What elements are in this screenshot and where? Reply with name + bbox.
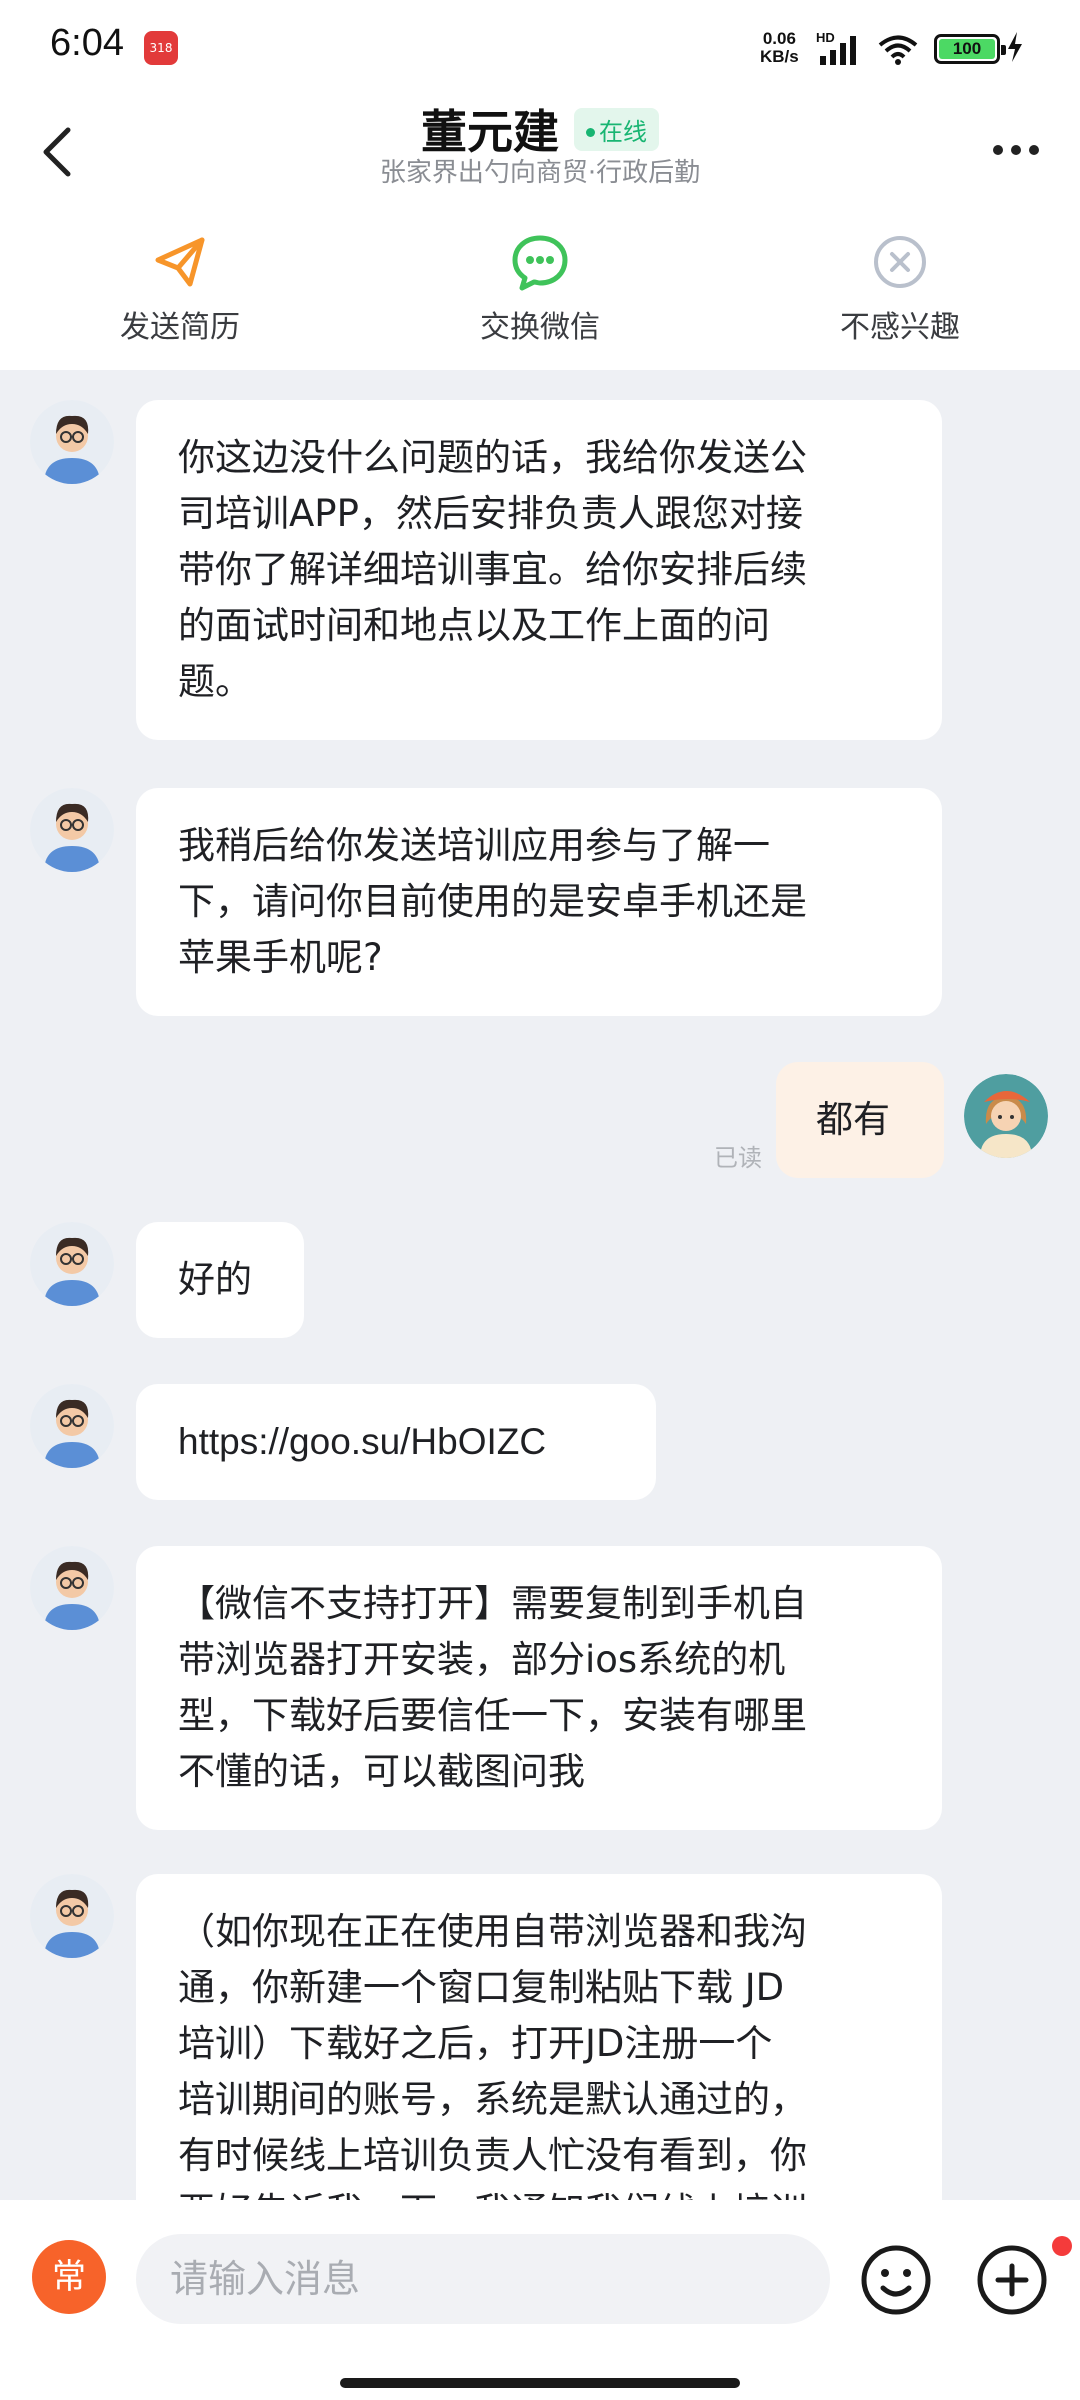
message-line: 培训）下载好之后，打开JD注册一个 [178, 2022, 773, 2065]
status-time: 6:04 [50, 22, 124, 64]
recruiter-avatar [30, 1222, 114, 1306]
message-line: 的面试时间和地点以及工作上面的问 [178, 604, 770, 647]
recruiter-avatar [30, 1546, 114, 1630]
home-indicator[interactable] [340, 2378, 740, 2388]
chat-header: 董元建 在线 张家界出勺向商贸·行政后勤 [0, 90, 1080, 210]
signal-icon [820, 36, 856, 65]
message-line: 型，下载好后要信任一下，安装有哪里 [178, 1694, 807, 1737]
message-line: 通，你新建一个窗口复制粘贴下载 JD [178, 1966, 785, 2009]
link-message-bubble[interactable]: https://goo.su/HbOIZC [136, 1384, 656, 1500]
send-resume-label: 发送简历 [120, 310, 240, 345]
message-line: （如你现在正在使用自带浏览器和我沟 [178, 1910, 807, 1953]
message-line: 下，请问你目前使用的是安卓手机还是 [178, 880, 807, 923]
message-bubble[interactable]: 你这边没什么问题的话，我给你发送公 司培训APP，然后安排负责人跟您对接 带你了… [136, 400, 942, 740]
my-avatar [964, 1074, 1048, 1158]
recruiter-avatar [30, 1874, 114, 1958]
message-bubble[interactable]: （如你现在正在使用自带浏览器和我沟 通，你新建一个窗口复制粘贴下载 JD 培训）… [136, 1874, 942, 2200]
input-bar: 常 [0, 2200, 1080, 2400]
message-bubble[interactable]: 好的 [136, 1222, 304, 1338]
net-speed-unit: KB/s [760, 47, 799, 66]
not-interested-button[interactable]: 不感兴趣 [770, 232, 1030, 352]
exchange-wechat-button[interactable]: 交换微信 [410, 232, 670, 352]
recruiter-avatar [30, 400, 114, 484]
recruiter-avatar [30, 788, 114, 872]
message-line: 你这边没什么问题的话，我给你发送公 [178, 436, 807, 479]
message-line: 带浏览器打开安装，部分ios系统的机 [178, 1638, 786, 1681]
message-list[interactable]: 你这边没什么问题的话，我给你发送公 司培训APP，然后安排负责人跟您对接 带你了… [0, 370, 1080, 2200]
send-resume-button[interactable]: 发送简历 [50, 232, 310, 352]
message-line: 题。 [178, 660, 252, 703]
message-input[interactable] [136, 2234, 830, 2324]
online-status-badge: 在线 [574, 107, 660, 151]
message-line: 【微信不支持打开】需要复制到手机自 [178, 1582, 807, 1625]
message-line: 苹果手机呢? [178, 936, 383, 979]
message-line: 我稍后给你发送培训应用参与了解一 [178, 824, 770, 867]
message-line: 不懂的话，可以截图问我 [178, 1750, 585, 1793]
message-link[interactable]: https://goo.su/HbOIZC [178, 1414, 614, 1470]
more-options-icon[interactable] [986, 130, 1046, 170]
notification-app-icon: 318 [144, 31, 178, 65]
read-receipt: 已读 [714, 1144, 762, 1172]
close-circle-icon [874, 236, 926, 288]
battery-icon: 100 [934, 34, 1006, 64]
net-speed-value: 0.06 [762, 29, 796, 48]
contact-company: 张家界出勺向商贸·行政后勤 [379, 158, 701, 188]
battery-level: 100 [939, 39, 995, 59]
my-message-bubble[interactable]: 都有 [776, 1062, 944, 1178]
chat-screen: 6:04 318 0.06 KB/s HD 100 董元建 在线 张家界出勺向商… [0, 0, 1080, 2400]
status-bar: 6:04 318 0.06 KB/s HD 100 [0, 0, 1080, 90]
message-line: 有时候线上培训负责人忙没有看到，你 [178, 2134, 807, 2177]
charging-bolt-icon [1008, 32, 1022, 62]
wechat-icon [512, 235, 568, 291]
message-line: 带你了解详细培训事宜。给你安排后续 [178, 548, 807, 591]
not-interested-label: 不感兴趣 [840, 310, 960, 345]
plus-icon[interactable] [974, 2242, 1050, 2318]
wifi-icon [878, 35, 918, 65]
net-speed: 0.06 KB/s [760, 30, 799, 66]
online-label: 在线 [599, 117, 648, 146]
recruiter-avatar [30, 1384, 114, 1468]
notification-dot-icon [1052, 2236, 1072, 2256]
message-line: 都有 [816, 1098, 890, 1141]
message-line: 好的 [178, 1258, 252, 1301]
message-line: 司培训APP，然后安排负责人跟您对接 [178, 492, 803, 535]
message-bubble[interactable]: 我稍后给你发送培训应用参与了解一 下，请问你目前使用的是安卓手机还是 苹果手机呢… [136, 788, 942, 1016]
exchange-wechat-label: 交换微信 [480, 310, 600, 345]
emoji-icon[interactable] [858, 2242, 934, 2318]
message-line: 培训期间的账号，系统是默认通过的， [178, 2078, 807, 2121]
online-dot-icon [586, 128, 596, 137]
paper-plane-icon [155, 237, 205, 287]
action-bar: 发送简历 交换微信 不感兴趣 [0, 210, 1080, 370]
message-line: 要好告诉我一下，我通知我们线上培训 [178, 2184, 900, 2200]
message-bubble[interactable]: 【微信不支持打开】需要复制到手机自 带浏览器打开安装，部分ios系统的机 型，下… [136, 1546, 942, 1830]
common-phrases-button[interactable]: 常 [32, 2240, 106, 2314]
